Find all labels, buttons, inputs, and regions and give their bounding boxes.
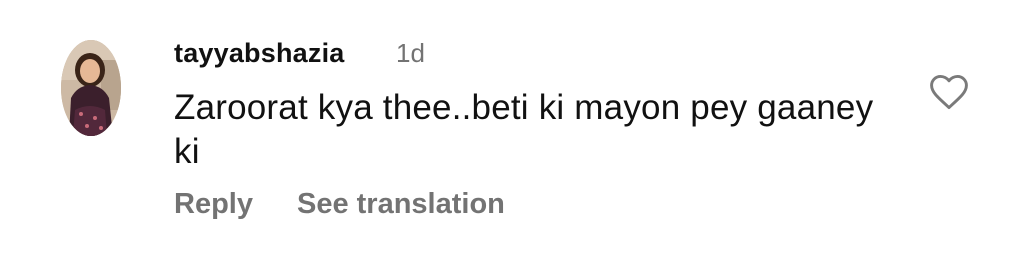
reply-button[interactable]: Reply — [174, 184, 253, 224]
comment-username[interactable]: tayyabshazia — [174, 36, 345, 70]
comment-actions: Reply See translation — [174, 184, 505, 224]
comment-item: tayyabshazia 1d Zaroorat kya thee..beti … — [0, 0, 1024, 271]
avatar[interactable] — [61, 40, 121, 136]
avatar-image — [61, 40, 121, 136]
heart-outline-icon[interactable] — [926, 70, 972, 114]
see-translation-button[interactable]: See translation — [297, 184, 505, 224]
comment-text: Zaroorat kya thee..beti ki mayon pey gaa… — [174, 88, 874, 171]
comment-timestamp: 1d — [396, 38, 425, 68]
